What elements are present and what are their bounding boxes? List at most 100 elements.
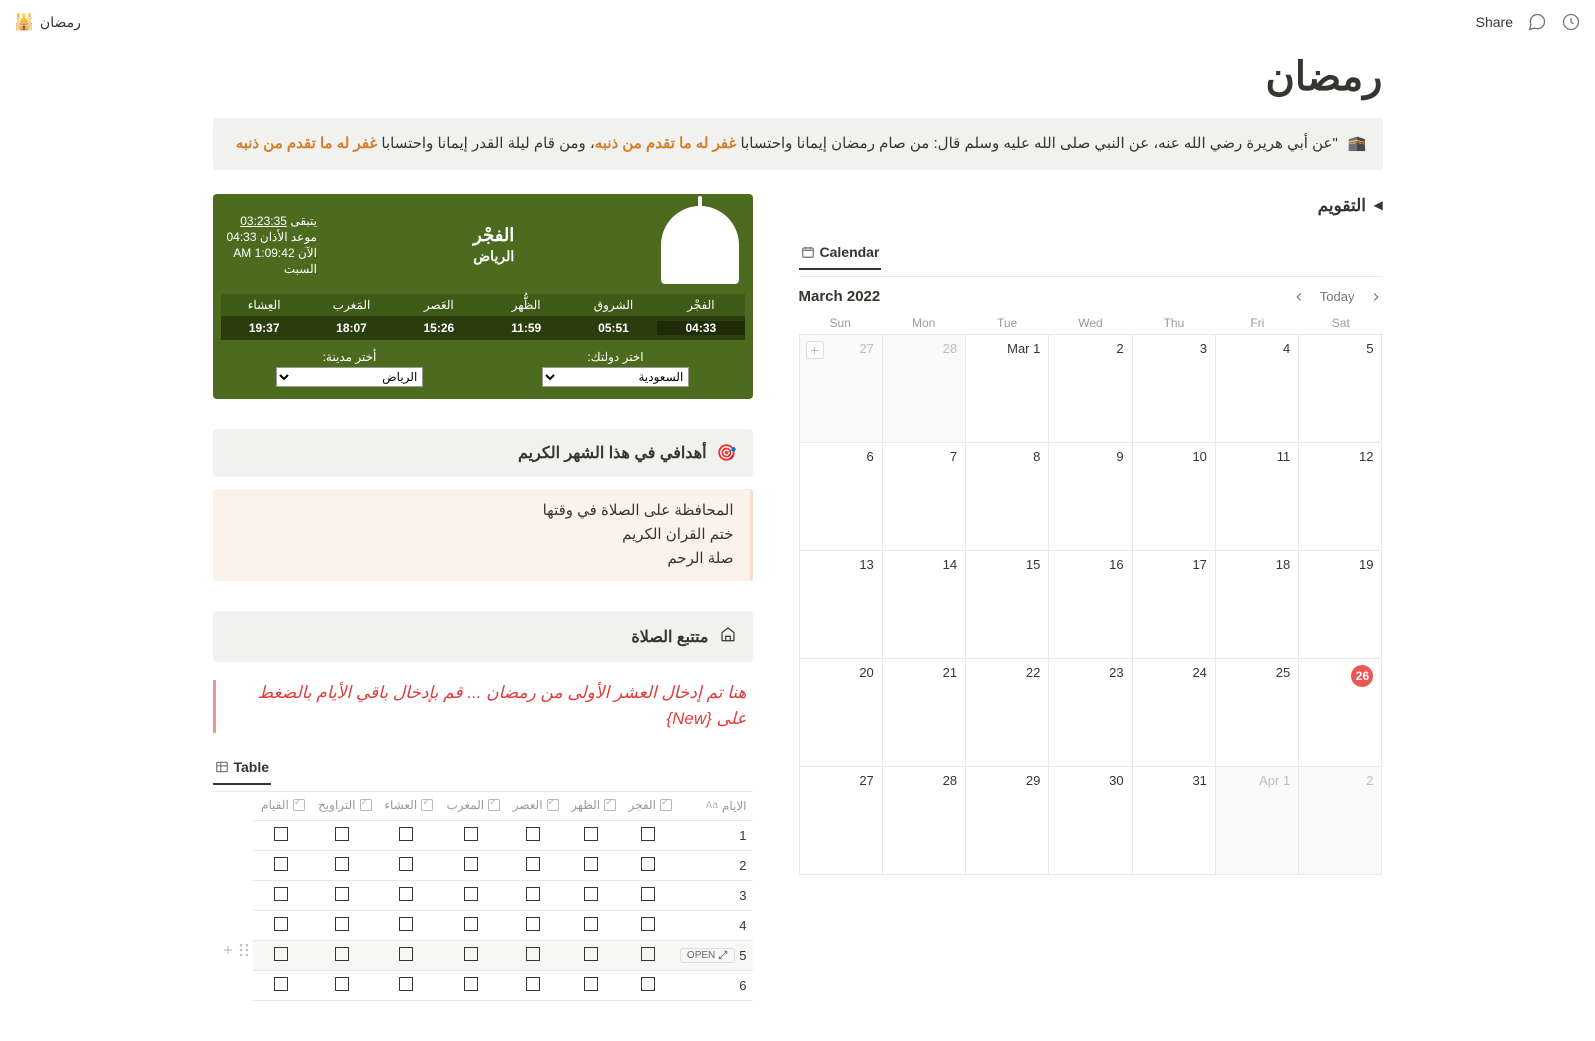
calendar-cell[interactable]: 22: [966, 659, 1049, 767]
calendar-cell[interactable]: 23: [1049, 659, 1132, 767]
comments-icon[interactable]: [1527, 12, 1547, 32]
checkbox[interactable]: [274, 827, 288, 841]
calendar-cell[interactable]: 28: [883, 767, 966, 875]
checkbox[interactable]: [274, 887, 288, 901]
checkbox[interactable]: [335, 827, 349, 841]
calendar-cell[interactable]: 15: [966, 551, 1049, 659]
checkbox[interactable]: [526, 947, 540, 961]
row-label[interactable]: 2: [676, 850, 753, 880]
checkbox[interactable]: [641, 857, 655, 871]
checkbox[interactable]: [399, 827, 413, 841]
checkbox[interactable]: [274, 917, 288, 931]
table-row[interactable]: 1: [253, 820, 753, 850]
table-row[interactable]: 6: [253, 970, 753, 1000]
calendar-cell[interactable]: 17: [1133, 551, 1216, 659]
calendar-cell[interactable]: 3: [1133, 335, 1216, 443]
today-button[interactable]: Today: [1314, 287, 1361, 306]
calendar-cell[interactable]: +27: [800, 335, 883, 443]
checkbox[interactable]: [641, 887, 655, 901]
calendar-cell[interactable]: 21: [883, 659, 966, 767]
calendar-cell[interactable]: 10: [1133, 443, 1216, 551]
calendar-cell[interactable]: 2: [1049, 335, 1132, 443]
checkbox[interactable]: [584, 977, 598, 991]
checkbox[interactable]: [526, 977, 540, 991]
calendar-cell[interactable]: 8: [966, 443, 1049, 551]
checkbox[interactable]: [464, 917, 478, 931]
checkbox[interactable]: [641, 917, 655, 931]
row-label[interactable]: 6: [676, 970, 753, 1000]
checkbox[interactable]: [399, 857, 413, 871]
checkbox[interactable]: [526, 887, 540, 901]
calendar-toggle[interactable]: ▶ التقويم: [799, 194, 1383, 218]
calendar-cell[interactable]: 7: [883, 443, 966, 551]
country-select[interactable]: السعودية: [542, 367, 690, 387]
calendar-cell[interactable]: 2: [1299, 767, 1382, 875]
checkbox[interactable]: [584, 857, 598, 871]
checkbox[interactable]: [526, 917, 540, 931]
row-label[interactable]: 1: [676, 820, 753, 850]
checkbox[interactable]: [335, 857, 349, 871]
checkbox[interactable]: [274, 857, 288, 871]
calendar-cell[interactable]: 31: [1133, 767, 1216, 875]
tracker-col-header[interactable]: العشاء: [376, 792, 438, 821]
calendar-cell[interactable]: 5: [1299, 335, 1382, 443]
calendar-cell[interactable]: 25: [1216, 659, 1299, 767]
calendar-cell[interactable]: Mar 1: [966, 335, 1049, 443]
table-tab[interactable]: Table: [213, 755, 272, 785]
checkbox[interactable]: [641, 827, 655, 841]
tracker-col-header[interactable]: الظهر: [563, 792, 621, 821]
calendar-cell[interactable]: 12: [1299, 443, 1382, 551]
calendar-cell[interactable]: 28: [883, 335, 966, 443]
tracker-col-header[interactable]: الايام Aa: [676, 792, 753, 821]
calendar-cell[interactable]: 6: [800, 443, 883, 551]
calendar-cell[interactable]: 20: [800, 659, 883, 767]
calendar-cell[interactable]: 14: [883, 551, 966, 659]
breadcrumb[interactable]: رمضان: [40, 14, 81, 31]
checkbox[interactable]: [335, 917, 349, 931]
tracker-col-header[interactable]: الفجر: [620, 792, 676, 821]
checkbox[interactable]: [335, 977, 349, 991]
share-button[interactable]: Share: [1476, 14, 1513, 30]
table-row[interactable]: 3: [253, 880, 753, 910]
checkbox[interactable]: [584, 887, 598, 901]
checkbox[interactable]: [274, 947, 288, 961]
checkbox[interactable]: [464, 977, 478, 991]
checkbox[interactable]: [464, 857, 478, 871]
calendar-cell[interactable]: 4: [1216, 335, 1299, 443]
tracker-col-header[interactable]: العصر: [504, 792, 562, 821]
tracker-col-header[interactable]: التراويح: [309, 792, 376, 821]
checkbox[interactable]: [584, 947, 598, 961]
next-month-icon[interactable]: [1369, 290, 1383, 304]
checkbox[interactable]: [584, 827, 598, 841]
checkbox[interactable]: [464, 827, 478, 841]
checkbox[interactable]: [399, 917, 413, 931]
table-row[interactable]: 5 OPEN: [253, 940, 753, 970]
checkbox[interactable]: [335, 947, 349, 961]
calendar-cell[interactable]: 24: [1133, 659, 1216, 767]
checkbox[interactable]: [274, 977, 288, 991]
checkbox[interactable]: [464, 947, 478, 961]
checkbox[interactable]: [641, 977, 655, 991]
calendar-cell[interactable]: 27: [800, 767, 883, 875]
add-event-button[interactable]: +: [806, 341, 824, 359]
table-row[interactable]: 2: [253, 850, 753, 880]
checkbox[interactable]: [399, 977, 413, 991]
table-row[interactable]: 4: [253, 910, 753, 940]
calendar-cell[interactable]: 18: [1216, 551, 1299, 659]
prev-month-icon[interactable]: [1292, 290, 1306, 304]
calendar-cell[interactable]: 16: [1049, 551, 1132, 659]
calendar-cell[interactable]: 19: [1299, 551, 1382, 659]
tracker-col-header[interactable]: القيام: [253, 792, 309, 821]
calendar-cell[interactable]: 26: [1299, 659, 1382, 767]
calendar-cell[interactable]: 9: [1049, 443, 1132, 551]
checkbox[interactable]: [641, 947, 655, 961]
calendar-cell[interactable]: Apr 1: [1216, 767, 1299, 875]
checkbox[interactable]: [464, 887, 478, 901]
checkbox[interactable]: [526, 857, 540, 871]
calendar-cell[interactable]: 13: [800, 551, 883, 659]
row-label[interactable]: 4: [676, 910, 753, 940]
city-select[interactable]: الرياض: [276, 367, 424, 387]
calendar-cell[interactable]: 11: [1216, 443, 1299, 551]
calendar-tab[interactable]: Calendar: [799, 240, 882, 270]
checkbox[interactable]: [399, 887, 413, 901]
